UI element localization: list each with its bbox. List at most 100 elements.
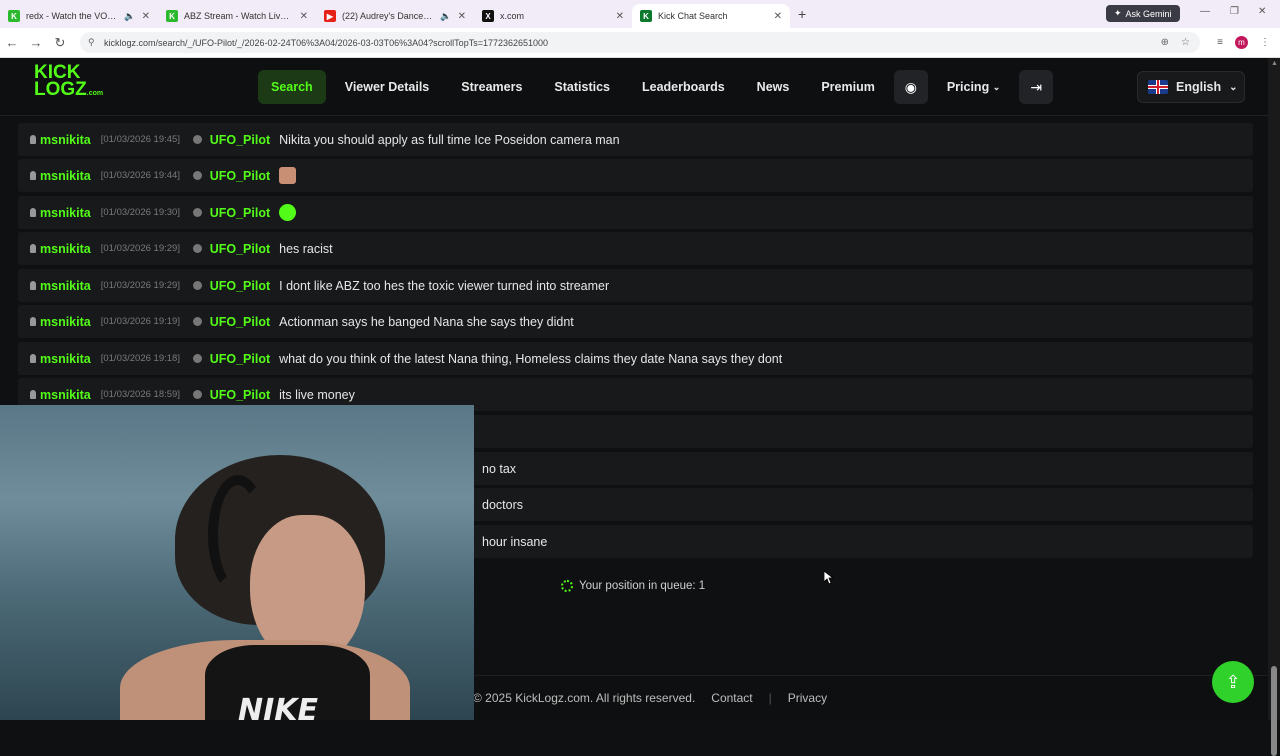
chat-username[interactable]: msnikita — [30, 169, 91, 183]
zoom-icon[interactable]: ⊕ — [1161, 37, 1169, 48]
info-icon[interactable] — [192, 390, 202, 399]
chat-username[interactable]: msnikita — [30, 242, 91, 256]
kicklogz-logo[interactable]: KICK LOGZ.com — [34, 63, 103, 102]
channel-name[interactable]: UFO_Pilot — [210, 133, 270, 147]
back-icon[interactable]: ← — [0, 35, 24, 50]
chat-username[interactable]: msnikita — [30, 315, 91, 329]
pricing-label: Pricing — [946, 80, 990, 94]
channel-name[interactable]: UFO_Pilot — [210, 206, 270, 220]
nav-viewer-details[interactable]: Viewer Details — [332, 70, 443, 104]
queue-status: Your position in queue: 1 — [561, 580, 705, 592]
info-icon[interactable] — [192, 281, 202, 290]
info-icon[interactable] — [192, 354, 202, 363]
close-tab-icon[interactable]: ✕ — [774, 11, 782, 22]
tab-favicon-icon: K — [8, 10, 20, 22]
tab-audio-icon[interactable]: 🔈 — [440, 11, 451, 22]
nav-pricing[interactable]: Pricing ⌄ — [934, 70, 1013, 104]
chat-message-row: msnikita [01/03/2026 19:29] UFO_Pilot I don… — [18, 269, 1253, 302]
ask-gemini-label: Ask Gemini — [1125, 8, 1172, 19]
restore-icon[interactable]: ❐ — [1230, 6, 1239, 17]
browser-tab[interactable]: K Kick Chat Search ✕ — [632, 4, 790, 28]
webcam-shirt-text: NIKE — [238, 693, 319, 720]
chat-username[interactable]: msnikita — [30, 279, 91, 293]
info-icon[interactable] — [192, 208, 202, 217]
loading-spinner-icon — [561, 580, 573, 592]
privacy-link[interactable]: Privacy — [788, 691, 827, 705]
minimize-icon[interactable]: — — [1200, 6, 1210, 17]
site-header: KICK LOGZ.com Search Viewer Details Stre… — [0, 58, 1268, 116]
browser-tab[interactable]: Kredx - Watch the VOD on K 🔈 ✕ — [0, 4, 158, 28]
close-tab-icon[interactable]: ✕ — [458, 11, 466, 22]
discord-icon[interactable]: ◉ — [893, 70, 928, 104]
message-text: hour insane — [482, 534, 548, 549]
user-icon — [30, 208, 36, 217]
message-timestamp: [01/03/2026 19:29] — [100, 243, 180, 254]
message-text: hes racist — [279, 241, 333, 256]
tab-favicon-icon: X — [482, 10, 494, 22]
channel-name[interactable]: UFO_Pilot — [210, 388, 270, 402]
user-icon — [30, 244, 36, 253]
chat-username[interactable]: msnikita — [30, 388, 91, 402]
scroll-down-icon[interactable]: ▼ — [1271, 711, 1278, 718]
footer-divider: | — [768, 691, 772, 705]
chat-username[interactable]: msnikita — [30, 206, 91, 220]
nav-premium[interactable]: Premium — [808, 70, 888, 104]
contact-link[interactable]: Contact — [711, 691, 752, 705]
browser-tab[interactable]: K ABZ Stream - Watch Live on Kic ✕ — [158, 4, 316, 28]
username-text: msnikita — [40, 168, 91, 183]
nav-statistics[interactable]: Statistics — [541, 70, 623, 104]
message-text: no tax — [482, 461, 517, 476]
bookmark-star-icon[interactable]: ☆ — [1181, 37, 1190, 48]
url-field[interactable]: ⚲ kicklogz.com/search/_/UFO-Pilot/_/2026… — [80, 32, 1200, 53]
channel-name[interactable]: UFO_Pilot — [210, 315, 270, 329]
forward-icon[interactable]: → — [24, 35, 48, 50]
site-info-icon[interactable]: ⚲ — [88, 37, 95, 48]
chat-username[interactable]: msnikita — [30, 133, 91, 147]
channel-name[interactable]: UFO_Pilot — [210, 242, 270, 256]
info-icon[interactable] — [192, 171, 202, 180]
channel-name[interactable]: UFO_Pilot — [210, 169, 270, 183]
nav-leaderboards[interactable]: Leaderboards — [629, 70, 738, 104]
info-icon[interactable] — [192, 317, 202, 326]
message-text: doctors — [482, 497, 523, 512]
message-timestamp: [01/03/2026 19:45] — [100, 134, 180, 145]
nav-search[interactable]: Search — [258, 70, 326, 104]
channel-name[interactable]: UFO_Pilot — [210, 279, 270, 293]
browser-menu-icon[interactable]: ⋮ — [1260, 37, 1270, 48]
scroll-up-icon[interactable]: ▲ — [1271, 60, 1278, 67]
info-icon[interactable] — [192, 135, 202, 144]
profile-avatar[interactable]: m — [1235, 36, 1248, 49]
message-timestamp: [01/03/2026 19:30] — [100, 207, 180, 218]
info-icon[interactable] — [192, 244, 202, 253]
tab-audio-icon[interactable]: 🔈 — [124, 11, 135, 22]
ask-gemini-button[interactable]: ✦ Ask Gemini — [1106, 5, 1180, 22]
close-tab-icon[interactable]: ✕ — [142, 11, 150, 22]
chat-username[interactable]: msnikita — [30, 352, 91, 366]
main-nav: Search Viewer Details Streamers Statisti… — [258, 70, 1054, 104]
copyright-text: © 2025 KickLogz.com. All rights reserved… — [473, 691, 696, 705]
close-window-icon[interactable]: ✕ — [1258, 6, 1266, 17]
user-icon — [30, 354, 36, 363]
close-tab-icon[interactable]: ✕ — [616, 11, 624, 22]
share-button[interactable]: ⇪ — [1212, 661, 1254, 703]
face-emote-icon — [279, 167, 297, 184]
browser-tab[interactable]: Xx.com ✕ — [474, 4, 632, 28]
login-icon[interactable]: ⇥ — [1019, 70, 1054, 104]
browser-tab[interactable]: ▶ (22) Audrey's Dance (Instru 🔈 ✕ — [316, 4, 474, 28]
chat-message-row: msnikita [01/03/2026 19:29] UFO_Pilot hes r… — [18, 232, 1253, 265]
language-selector[interactable]: English ⌄ — [1137, 71, 1245, 103]
kick-emote-icon — [279, 204, 297, 221]
nav-news[interactable]: News — [744, 70, 803, 104]
page-scrollbar[interactable]: ▲ ▼ — [1268, 58, 1280, 756]
user-icon — [30, 171, 36, 180]
chat-message-row: msnikita [01/03/2026 19:44] UFO_Pilot — [18, 159, 1253, 192]
tab-search-icon[interactable]: ≡ — [1217, 37, 1223, 48]
user-icon — [30, 135, 36, 144]
close-tab-icon[interactable]: ✕ — [300, 11, 308, 22]
channel-name[interactable]: UFO_Pilot — [210, 352, 270, 366]
reload-icon[interactable]: ↻ — [48, 35, 72, 51]
new-tab-icon[interactable]: + — [798, 6, 806, 22]
nav-streamers[interactable]: Streamers — [448, 70, 535, 104]
tab-title: x.com — [500, 11, 525, 21]
message-text: its live money — [279, 387, 355, 402]
